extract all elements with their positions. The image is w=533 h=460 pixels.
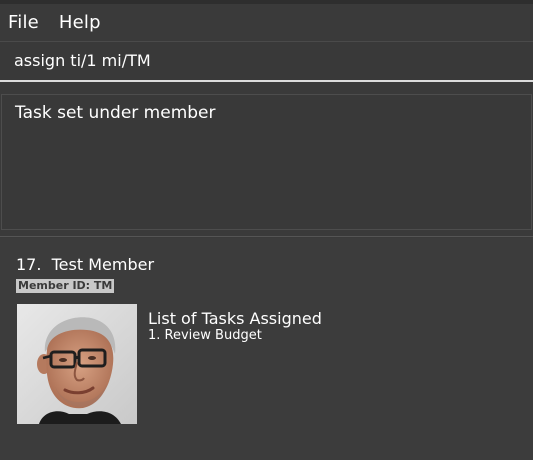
command-input[interactable]	[14, 51, 514, 70]
panel-divider	[0, 236, 533, 237]
task-item: 1. Review Budget	[148, 328, 262, 343]
menu-file[interactable]: File	[8, 12, 39, 33]
member-card[interactable]: 17. Test Member Member ID: TM List of Ta…	[0, 238, 533, 460]
member-photo	[17, 304, 137, 424]
app-window: File Help Task set under member 17. Test…	[0, 0, 533, 460]
member-id-badge: Member ID: TM	[16, 279, 115, 293]
tasks-heading: List of Tasks Assigned	[148, 309, 322, 328]
menu-bar: File Help	[0, 4, 533, 41]
menu-help[interactable]: Help	[59, 12, 101, 33]
command-box	[0, 41, 533, 82]
command-input-underline	[0, 80, 533, 82]
member-photo-icon	[17, 304, 137, 424]
result-display[interactable]: Task set under member	[1, 94, 532, 230]
member-name: 17. Test Member	[16, 255, 155, 274]
result-message: Task set under member	[15, 103, 216, 123]
